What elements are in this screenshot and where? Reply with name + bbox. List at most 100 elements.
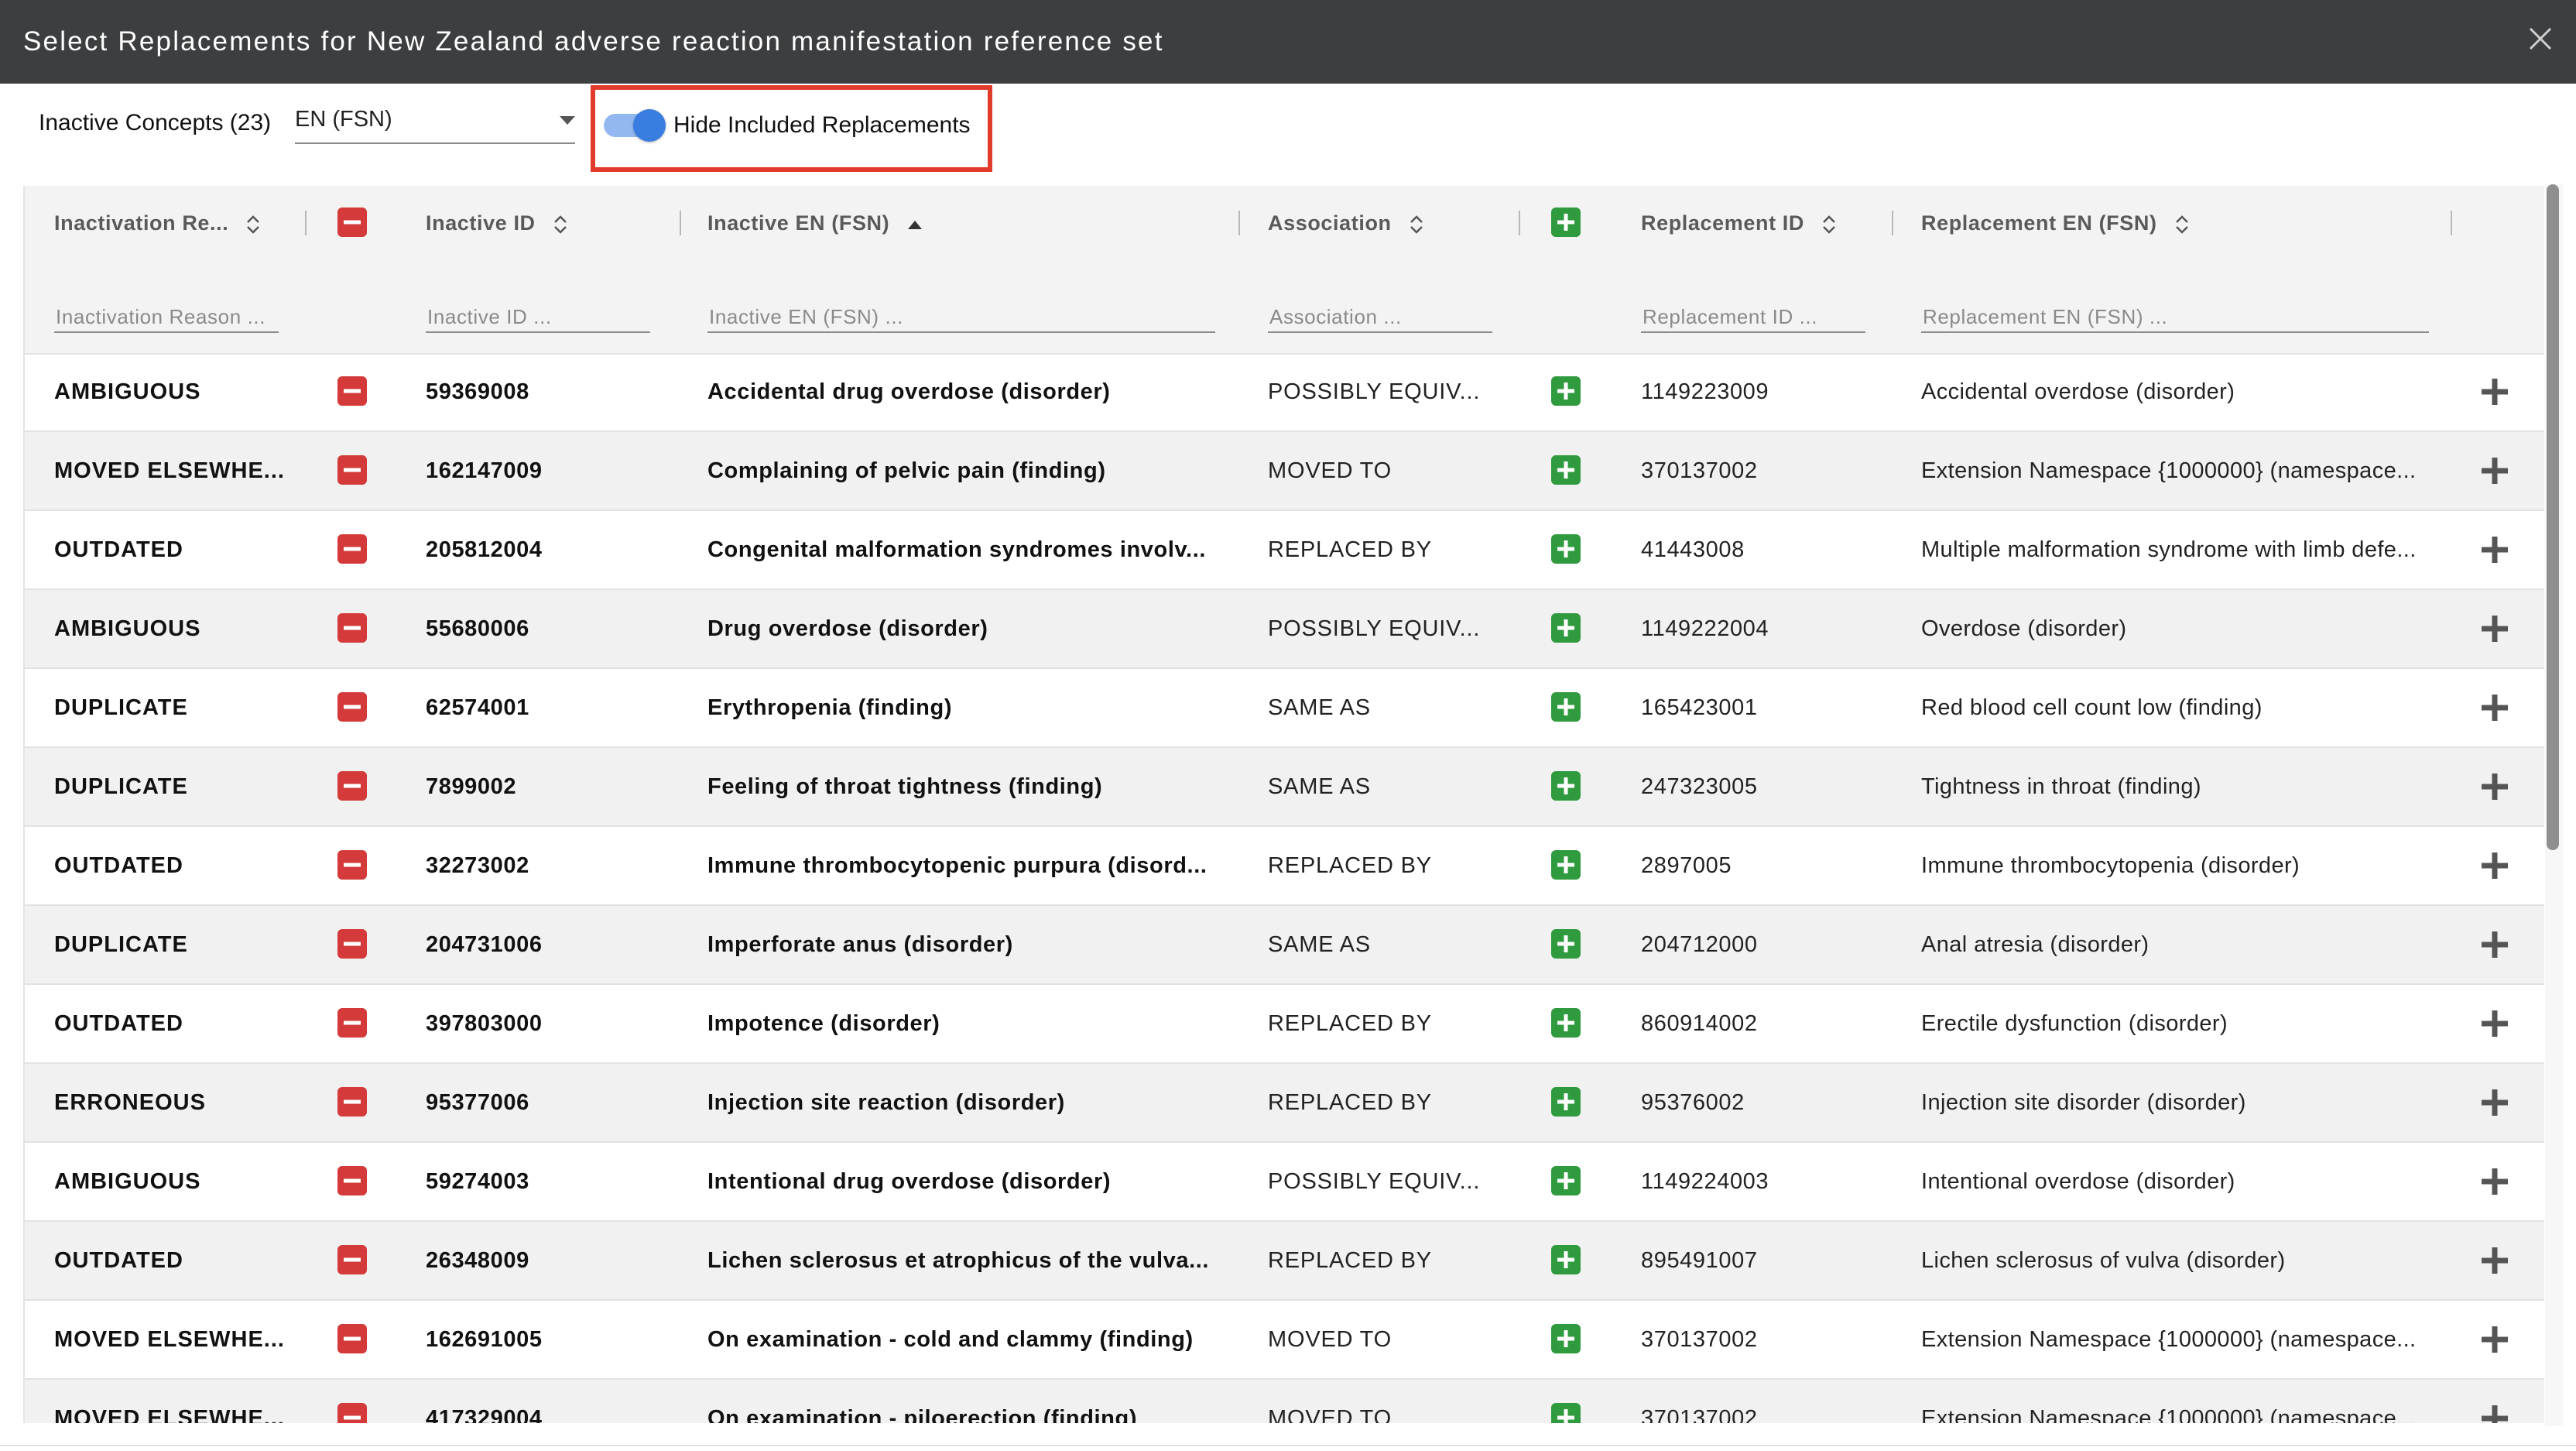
add-replacement-icon[interactable] xyxy=(1551,1245,1581,1274)
add-replacement-icon[interactable] xyxy=(1551,1324,1581,1353)
filter-inactive-id-input[interactable]: Inactive ID ... xyxy=(426,302,650,333)
column-header-inactivation-reason[interactable]: Inactivation Re... xyxy=(54,186,261,260)
cell-inactive-id: 205812004 xyxy=(426,537,543,562)
plus-icon[interactable] xyxy=(2480,1325,2509,1354)
remove-icon[interactable] xyxy=(337,455,367,485)
close-icon xyxy=(2529,27,2552,50)
add-replacement-icon[interactable] xyxy=(1551,613,1581,643)
cell-replacement-fsn: Overdose (disorder) xyxy=(1921,616,2127,641)
add-replacement-icon[interactable] xyxy=(1551,534,1581,564)
filter-placeholder: Association ... xyxy=(1269,305,1402,328)
add-replacement-icon[interactable] xyxy=(1551,692,1581,722)
cell-replacement-fsn: Accidental overdose (disorder) xyxy=(1921,379,2235,404)
add-replacement-icon[interactable] xyxy=(1551,850,1581,880)
column-header-replacement-id[interactable]: Replacement ID xyxy=(1641,186,1837,260)
remove-icon[interactable] xyxy=(337,1324,367,1353)
add-replacement-icon[interactable] xyxy=(1551,1166,1581,1195)
add-all-icon[interactable] xyxy=(1551,208,1581,237)
add-replacement-icon[interactable] xyxy=(1551,455,1581,485)
dialog-title: Select Replacements for New Zealand adve… xyxy=(23,26,1164,57)
plus-icon[interactable] xyxy=(2480,1404,2509,1423)
filter-association-input[interactable]: Association ... xyxy=(1268,302,1492,333)
plus-icon[interactable] xyxy=(2480,772,2509,801)
plus-icon[interactable] xyxy=(2480,1246,2509,1275)
cell-inactive-fsn: On examination - piloerection (finding) xyxy=(707,1406,1138,1423)
cell-association: SAME AS xyxy=(1268,932,1371,957)
column-header-replacement-fsn[interactable]: Replacement EN (FSN) xyxy=(1921,186,2190,260)
add-replacement-icon[interactable] xyxy=(1551,771,1581,801)
filter-replacement-id-input[interactable]: Replacement ID ... xyxy=(1641,302,1865,333)
remove-icon[interactable] xyxy=(337,850,367,880)
sort-icon xyxy=(1410,215,1423,234)
remove-icon[interactable] xyxy=(337,1008,367,1038)
table-row: MOVED ELSEWHE... 417329004 On examination … xyxy=(25,1380,2544,1423)
cell-replacement-id: 2897005 xyxy=(1641,853,1732,878)
cell-inactive-fsn: Drug overdose (disorder) xyxy=(707,616,988,641)
filter-inactivation-reason-input[interactable]: Inactivation Reason ... xyxy=(54,302,279,333)
chevron-down-icon xyxy=(560,116,575,125)
plus-icon[interactable] xyxy=(2480,1009,2509,1038)
column-header-association[interactable]: Association xyxy=(1268,186,1424,260)
filter-replacement-fsn-input[interactable]: Replacement EN (FSN) ... xyxy=(1921,302,2429,333)
remove-icon[interactable] xyxy=(337,771,367,801)
sort-icon xyxy=(2175,215,2188,234)
column-separator[interactable] xyxy=(1238,211,1240,235)
add-replacement-icon[interactable] xyxy=(1551,1403,1581,1423)
add-replacement-icon[interactable] xyxy=(1551,1008,1581,1038)
remove-all-icon[interactable] xyxy=(337,208,367,237)
plus-icon[interactable] xyxy=(2480,535,2509,564)
sort-icon xyxy=(553,215,567,234)
plus-icon[interactable] xyxy=(2480,456,2509,485)
remove-icon[interactable] xyxy=(337,929,367,959)
plus-icon[interactable] xyxy=(2480,1088,2509,1117)
cell-inactive-fsn: Erythropenia (finding) xyxy=(707,695,953,720)
cell-inactivation-reason: DUPLICATE xyxy=(54,932,188,957)
table-row: DUPLICATE 204731006 Imperforate anus (diso… xyxy=(25,906,2544,985)
cell-inactivation-reason: OUTDATED xyxy=(54,1248,183,1273)
remove-icon[interactable] xyxy=(337,692,367,722)
remove-icon[interactable] xyxy=(337,613,367,643)
remove-icon[interactable] xyxy=(337,1245,367,1274)
remove-icon[interactable] xyxy=(337,1403,367,1423)
remove-icon[interactable] xyxy=(337,1166,367,1195)
plus-icon[interactable] xyxy=(2480,693,2509,722)
add-replacement-icon[interactable] xyxy=(1551,929,1581,959)
plus-icon[interactable] xyxy=(2480,1167,2509,1196)
add-replacement-icon[interactable] xyxy=(1551,1087,1581,1117)
filter-inactive-fsn-input[interactable]: Inactive EN (FSN) ... xyxy=(707,302,1215,333)
cell-replacement-fsn: Erectile dysfunction (disorder) xyxy=(1921,1011,2228,1036)
column-separator[interactable] xyxy=(1519,211,1520,235)
column-header-inactive-id[interactable]: Inactive ID xyxy=(426,186,568,260)
cell-inactive-id: 397803000 xyxy=(426,1011,543,1036)
close-button[interactable] xyxy=(2519,17,2562,60)
plus-icon[interactable] xyxy=(2480,930,2509,959)
remove-icon[interactable] xyxy=(337,376,367,406)
cell-inactive-id: 55680006 xyxy=(426,616,529,641)
hide-included-replacements-label: Hide Included Replacements xyxy=(673,112,971,138)
column-separator[interactable] xyxy=(1892,211,1893,235)
cell-replacement-fsn: Extension Namespace {1000000} (namespace… xyxy=(1921,1406,2417,1423)
plus-icon[interactable] xyxy=(2480,851,2509,880)
add-replacement-icon[interactable] xyxy=(1551,376,1581,406)
cell-replacement-fsn: Red blood cell count low (finding) xyxy=(1921,695,2263,720)
cell-association: MOVED TO xyxy=(1268,1327,1392,1352)
plus-icon[interactable] xyxy=(2480,614,2509,643)
cell-replacement-id: 370137002 xyxy=(1641,1406,1758,1423)
cell-inactive-id: 95377006 xyxy=(426,1090,529,1115)
column-separator[interactable] xyxy=(2451,211,2452,235)
hide-included-replacements-toggle[interactable] xyxy=(604,109,666,142)
cell-inactive-fsn: Feeling of throat tightness (finding) xyxy=(707,774,1103,799)
table-row: DUPLICATE 62574001 Erythropenia (finding) S… xyxy=(25,669,2544,748)
column-header-inactive-fsn[interactable]: Inactive EN (FSN) xyxy=(707,186,923,260)
remove-icon[interactable] xyxy=(337,534,367,564)
plus-icon[interactable] xyxy=(2480,377,2509,406)
scrollbar-thumb[interactable] xyxy=(2547,184,2559,850)
table-row: AMBIGUOUS 55680006 Drug overdose (disorder… xyxy=(25,590,2544,669)
column-separator[interactable] xyxy=(305,211,307,235)
table-row: AMBIGUOUS 59369008 Accidental drug overdos… xyxy=(25,353,2544,432)
column-separator[interactable] xyxy=(680,211,681,235)
language-select[interactable]: EN (FSN) xyxy=(295,102,575,144)
remove-icon[interactable] xyxy=(337,1087,367,1117)
cell-inactive-fsn: Accidental drug overdose (disorder) xyxy=(707,379,1111,404)
cell-replacement-fsn: Tightness in throat (finding) xyxy=(1921,774,2201,799)
